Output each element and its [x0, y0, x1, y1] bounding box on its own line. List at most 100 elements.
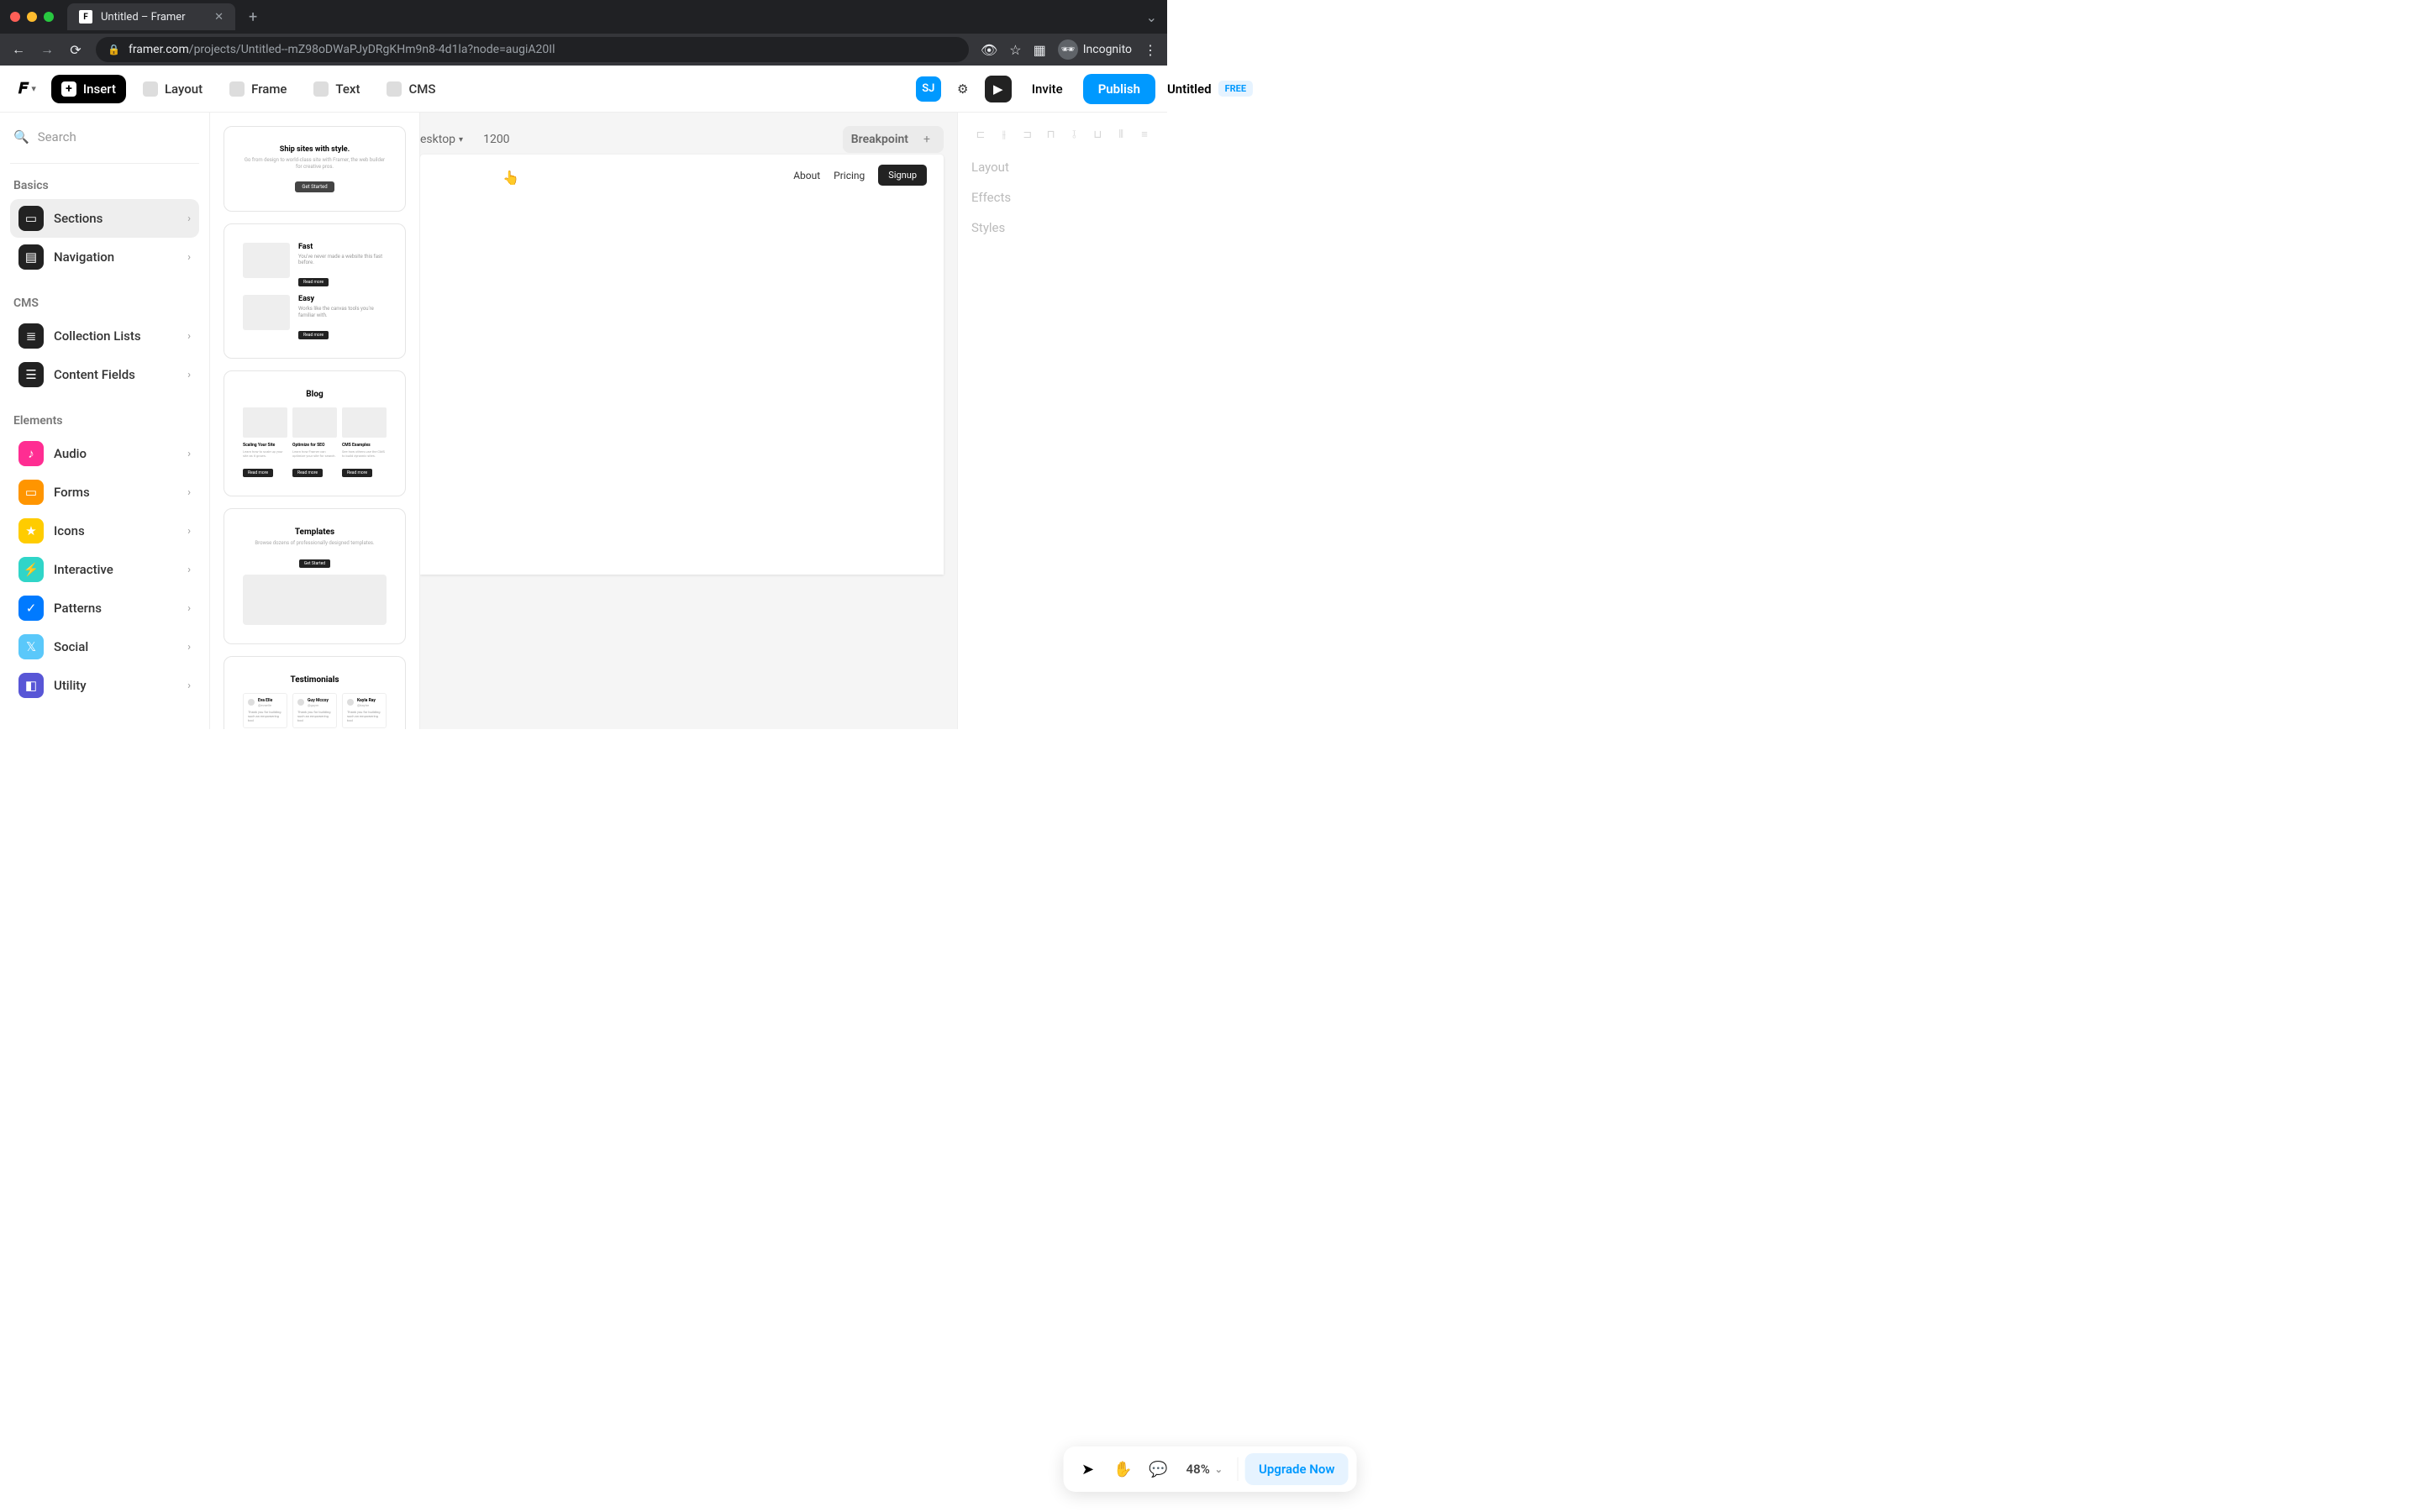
browser-tab[interactable]: F Untitled – Framer ✕: [67, 3, 235, 30]
align-center-h-icon[interactable]: ⫲: [995, 126, 1013, 143]
text-tool[interactable]: Text: [303, 75, 370, 103]
add-breakpoint-button[interactable]: +: [918, 131, 935, 148]
sidebar-item-interactive[interactable]: ⚡ Interactive ›: [10, 550, 199, 589]
tab-title: Untitled – Framer: [101, 11, 186, 24]
sidebar-item-audio[interactable]: ♪ Audio ›: [10, 434, 199, 473]
app-menu-button[interactable]: 𝑭 ▾: [12, 75, 43, 102]
url-text: framer.com/projects/Untitled--mZ98oDWaPJ…: [129, 43, 555, 56]
free-badge: FREE: [1218, 81, 1253, 97]
placeholder-image: [243, 243, 290, 278]
sidebar-item-content-fields[interactable]: ☰ Content Fields ›: [10, 355, 199, 394]
user-avatar[interactable]: SJ: [916, 76, 941, 102]
distribute-h-icon[interactable]: ⦀: [1112, 126, 1130, 143]
insert-sidebar: 🔍 Search Basics ▭ Sections › ▤ Navigatio…: [0, 113, 210, 729]
comment-tool[interactable]: 💬: [1143, 1453, 1175, 1485]
navigation-icon: ▤: [18, 244, 44, 270]
back-button[interactable]: ←: [10, 41, 27, 58]
chevron-right-icon: ›: [187, 448, 191, 460]
align-right-icon[interactable]: ⊐: [1018, 126, 1037, 143]
cms-tool[interactable]: CMS: [376, 75, 445, 103]
section-card-blog[interactable]: Blog Scaling Your SiteLearn how to scale…: [224, 370, 406, 496]
publish-button[interactable]: Publish: [1083, 74, 1155, 104]
nav-link-pricing[interactable]: Pricing: [834, 170, 865, 181]
chevron-right-icon: ›: [187, 251, 191, 264]
settings-button[interactable]: ⚙: [950, 76, 976, 102]
search-icon: 🔍: [13, 129, 29, 144]
select-tool[interactable]: ➤: [1072, 1453, 1104, 1485]
align-center-v-icon[interactable]: ⫱: [1065, 126, 1084, 143]
align-top-icon[interactable]: ⊓: [1042, 126, 1060, 143]
doc-title[interactable]: Untitled FREE: [1167, 81, 1253, 97]
section-card-templates[interactable]: Templates Browse dozens of professionall…: [224, 508, 406, 644]
page-frame[interactable]: About Pricing Signup: [420, 155, 944, 575]
distribute-v-icon[interactable]: ≡: [1135, 126, 1154, 143]
framer-logo-icon: 𝑭: [18, 80, 28, 97]
group-elements: Elements: [10, 407, 199, 434]
incognito-icon: 🕶: [1058, 39, 1078, 60]
window-close[interactable]: [10, 12, 20, 22]
workspace: 🔍 Search Basics ▭ Sections › ▤ Navigatio…: [0, 113, 1167, 729]
insert-tool[interactable]: +Insert: [51, 75, 126, 103]
frame-tool[interactable]: Frame: [219, 75, 297, 103]
align-left-icon[interactable]: ⊏: [971, 126, 990, 143]
chevron-right-icon: ›: [187, 602, 191, 615]
tab-overflow-icon[interactable]: ⌄: [1146, 9, 1157, 25]
preview-button[interactable]: ▶: [985, 76, 1012, 102]
chevron-right-icon: ›: [187, 564, 191, 576]
bolt-icon: ⚡: [18, 557, 44, 582]
sidebar-item-utility[interactable]: ◧ Utility ›: [10, 666, 199, 705]
sidebar-item-forms[interactable]: ▭ Forms ›: [10, 473, 199, 512]
browser-chrome: F Untitled – Framer ✕ + ⌄ ← → ⟳ 🔒 framer…: [0, 0, 1167, 66]
sidebar-item-navigation[interactable]: ▤ Navigation ›: [10, 238, 199, 276]
menu-icon[interactable]: ⋮: [1144, 42, 1157, 58]
extensions-icon[interactable]: ▦: [1034, 42, 1046, 58]
utility-icon: ◧: [18, 673, 44, 698]
panel-styles-header: Styles: [971, 220, 1154, 235]
sidebar-item-social[interactable]: 𝕏 Social ›: [10, 627, 199, 666]
hand-tool[interactable]: ✋: [1107, 1453, 1139, 1485]
forward-button[interactable]: →: [39, 41, 55, 58]
search-input[interactable]: 🔍 Search: [10, 124, 199, 150]
sidebar-item-sections[interactable]: ▭ Sections ›: [10, 199, 199, 238]
incognito-eye-icon[interactable]: 👁: [981, 42, 997, 58]
chevron-right-icon: ›: [187, 525, 191, 538]
panel-layout-header: Layout: [971, 160, 1154, 175]
section-card-hero[interactable]: Ship sites with style. Go from design to…: [224, 126, 406, 212]
bottom-toolbar: ➤ ✋ 💬 48% ⌄ Upgrade Now: [1064, 1446, 1357, 1492]
cursor-icon: 👆: [502, 170, 519, 186]
upgrade-button[interactable]: Upgrade Now: [1245, 1453, 1348, 1485]
new-tab-button[interactable]: +: [242, 8, 264, 26]
lock-icon: 🔒: [108, 44, 120, 55]
sidebar-item-patterns[interactable]: ✓ Patterns ›: [10, 589, 199, 627]
url-bar: ← → ⟳ 🔒 framer.com/projects/Untitled--mZ…: [0, 34, 1167, 66]
sections-preview-list: Ship sites with style. Go from design to…: [210, 113, 420, 729]
sidebar-item-icons[interactable]: ★ Icons ›: [10, 512, 199, 550]
layout-tool[interactable]: Layout: [133, 75, 213, 103]
section-card-features[interactable]: Fast You've never made a website this fa…: [224, 223, 406, 359]
audio-icon: ♪: [18, 441, 44, 466]
app-toolbar: 𝑭 ▾ +Insert Layout Frame Text CMS Untitl…: [0, 66, 1167, 113]
reload-button[interactable]: ⟳: [67, 42, 84, 58]
check-icon: ✓: [18, 596, 44, 621]
zoom-select[interactable]: 48% ⌄: [1178, 1462, 1231, 1477]
profile-badge[interactable]: 🕶 Incognito: [1058, 39, 1132, 60]
nav-signup-button[interactable]: Signup: [878, 165, 927, 186]
window-maximize[interactable]: [44, 12, 54, 22]
url-field[interactable]: 🔒 framer.com/projects/Untitled--mZ98oDWa…: [96, 37, 969, 62]
section-card-testimonials[interactable]: Testimonials Eva Elle@evaelleThank you f…: [224, 656, 406, 729]
breakpoint-selector[interactable]: esktop▾: [420, 133, 463, 146]
align-bottom-icon[interactable]: ⊔: [1088, 126, 1107, 143]
play-icon: ▶: [993, 81, 1003, 97]
canvas[interactable]: esktop▾ 1200 Breakpoint + About Pricing …: [420, 113, 957, 729]
sections-icon: ▭: [18, 206, 44, 231]
window-minimize[interactable]: [27, 12, 37, 22]
sidebar-item-collection-lists[interactable]: ≣ Collection Lists ›: [10, 317, 199, 355]
tab-close-icon[interactable]: ✕: [214, 11, 224, 24]
nav-link-about[interactable]: About: [793, 170, 820, 181]
forms-icon: ▭: [18, 480, 44, 505]
invite-button[interactable]: Invite: [1020, 75, 1075, 103]
fields-icon: ☰: [18, 362, 44, 387]
bookmark-icon[interactable]: ☆: [1009, 42, 1021, 58]
chevron-right-icon: ›: [187, 213, 191, 225]
chevron-right-icon: ›: [187, 680, 191, 692]
